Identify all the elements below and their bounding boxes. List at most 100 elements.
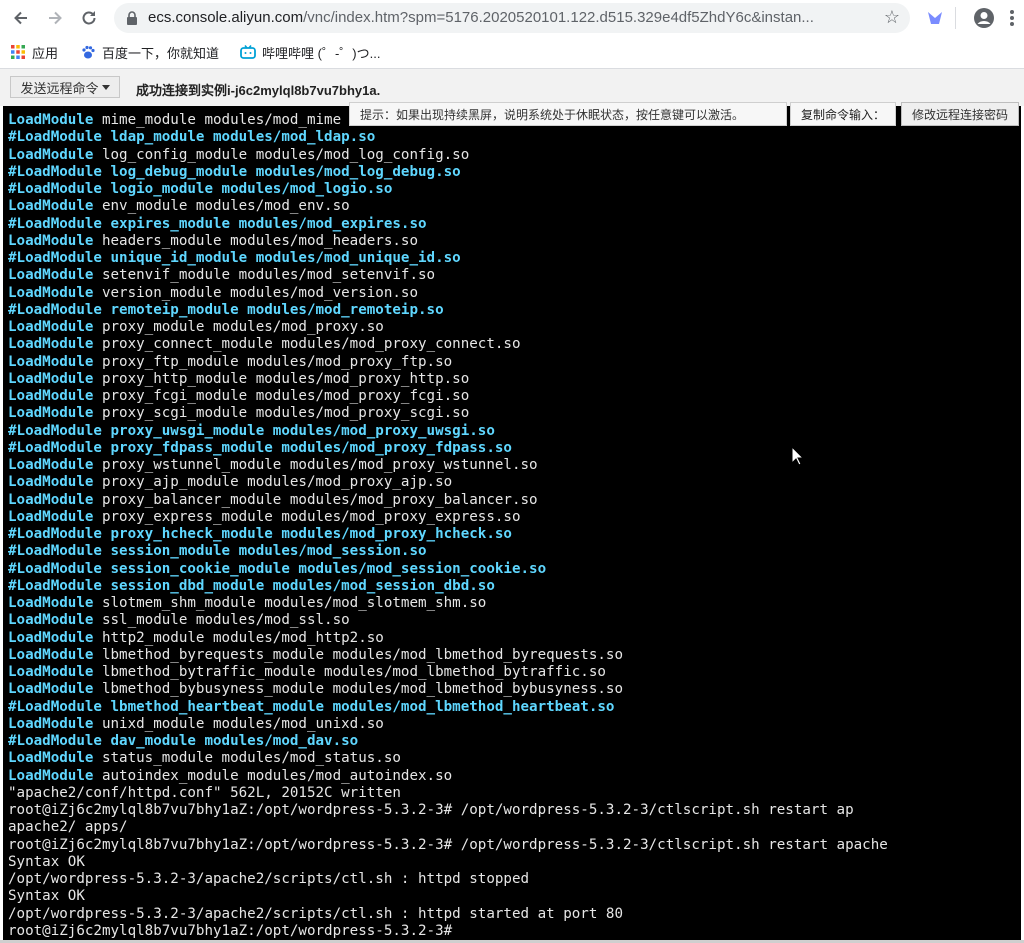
terminal-line: LoadModule version_module modules/mod_ve… (8, 285, 888, 302)
module-path: mime_module modules/mod_mime (93, 112, 342, 128)
module-path: lbmethod_byrequests_module modules/mod_l… (93, 646, 624, 663)
terminal-line: LoadModule slotmem_shm_module modules/mo… (8, 595, 888, 612)
terminal-line: #LoadModule session_cookie_module module… (8, 560, 547, 577)
terminal-line: LoadModule status_module modules/mod_sta… (8, 750, 888, 767)
loadmodule-keyword: LoadModule (8, 767, 94, 784)
modify-remote-password-button[interactable]: 修改远程连接密码 (901, 102, 1019, 126)
terminal-output: LoadModule mime_module modules/mod_mime #… (8, 112, 888, 940)
arrow-right-icon (49, 11, 62, 25)
connection-status: 成功连接到实例i-j6c2mylql8b7vu7bhy1a. (136, 83, 381, 98)
terminal-line: root@iZj6c2mylql8b7vu7bhy1aZ:/opt/wordpr… (8, 802, 854, 818)
terminal-line: "apache2/conf/httpd.conf" 562L, 20152C w… (8, 784, 401, 801)
bookmark-apps[interactable]: 应用 (10, 42, 58, 62)
toolbar-divider (955, 7, 956, 29)
terminal-line: #LoadModule proxy_fdpass_module modules/… (8, 439, 512, 456)
terminal-line: LoadModule proxy_module modules/mod_prox… (8, 319, 888, 336)
terminal-line: LoadModule proxy_connect_module modules/… (8, 336, 888, 353)
terminal-line: #LoadModule session_module modules/mod_s… (8, 543, 427, 560)
bilibili-tv-icon (240, 45, 256, 59)
terminal-line: #LoadModule session_dbd_module modules/m… (8, 577, 495, 594)
loadmodule-keyword: LoadModule (8, 457, 94, 473)
module-path: lbmethod_bytraffic_module modules/mod_lb… (93, 664, 606, 680)
module-path: slotmem_shm_module modules/mod_slotmem_s… (93, 595, 487, 611)
copy-command-input-button[interactable]: 复制命令输入： (790, 102, 896, 126)
loadmodule-keyword: LoadModule (8, 319, 94, 335)
terminal-line: /opt/wordpress-5.3.2-3/apache2/scripts/c… (8, 871, 530, 887)
terminal-line: LoadModule proxy_wstunnel_module modules… (8, 457, 888, 474)
terminal-line: LoadModule log_config_module modules/mod… (8, 147, 888, 164)
vnc-toolbar: 发送远程命令 成功连接到实例i-j6c2mylql8b7vu7bhy1a. (0, 69, 1024, 106)
terminal-line: #LoadModule expires_module modules/mod_e… (8, 215, 427, 232)
terminal-line: LoadModule setenvif_module modules/mod_s… (8, 267, 888, 284)
bookmark-baidu[interactable]: 百度一下，你就知道 (80, 42, 219, 62)
caret-down-icon (101, 84, 110, 90)
module-path: proxy_scgi_module modules/mod_proxy_scgi… (93, 405, 470, 422)
terminal-line: LoadModule headers_module modules/mod_he… (8, 233, 888, 250)
lock-icon[interactable] (124, 10, 140, 26)
forward-button[interactable] (43, 6, 67, 30)
terminal-line: LoadModule proxy_balancer_module modules… (8, 492, 888, 509)
bookmark-label: 百度一下，你就知道 (102, 45, 220, 61)
module-path: proxy_balancer_module modules/mod_proxy_… (93, 491, 538, 508)
module-path: unixd_module modules/mod_unixd.so (93, 715, 384, 732)
terminal-line: Syntax OK (8, 888, 85, 905)
terminal-line: LoadModule proxy_fcgi_module modules/mod… (8, 388, 888, 405)
terminal-line: LoadModule lbmethod_bytraffic_module mod… (8, 664, 888, 681)
black-screen-tip: 提示：如果出现持续黑屏，说明系统处于休眠状态，按任意键可以激活。 (349, 102, 787, 126)
loadmodule-keyword: LoadModule (8, 681, 94, 698)
menu-kebab-icon[interactable] (1000, 6, 1024, 30)
loadmodule-keyword: LoadModule (8, 370, 94, 387)
url-text[interactable]: ecs.console.aliyun.com/vnc/index.htm?spm… (148, 9, 868, 26)
module-path: proxy_ajp_module modules/mod_proxy_ajp.s… (93, 474, 453, 491)
module-path: proxy_connect_module modules/mod_proxy_c… (93, 336, 521, 353)
terminal-line: LoadModule ssl_module modules/mod_ssl.so (8, 612, 888, 629)
loadmodule-keyword: LoadModule (8, 405, 94, 422)
profile-avatar-icon[interactable] (973, 7, 995, 29)
reload-icon (82, 11, 96, 25)
terminal-line: LoadModule proxy_express_module modules/… (8, 509, 888, 526)
loadmodule-keyword: LoadModule (8, 146, 94, 163)
mouse-pointer-icon (791, 446, 805, 466)
module-path: proxy_http_module modules/mod_proxy_http… (93, 370, 470, 387)
send-remote-command-button[interactable]: 发送远程命令 (10, 76, 120, 98)
address-bar[interactable]: ecs.console.aliyun.com/vnc/index.htm?spm… (114, 3, 910, 33)
reload-button[interactable] (77, 6, 101, 30)
back-button[interactable] (9, 6, 33, 30)
apps-grid-icon (11, 45, 25, 59)
arrow-left-icon (14, 11, 27, 25)
module-path: autoindex_module modules/mod_autoindex.s… (93, 767, 453, 784)
terminal-line: LoadModule http2_module modules/mod_http… (8, 630, 888, 647)
loadmodule-keyword: LoadModule (8, 474, 94, 491)
terminal-line: apache2/ apps/ (8, 819, 128, 836)
loadmodule-keyword: LoadModule (8, 612, 94, 629)
loadmodule-keyword: LoadModule (8, 336, 94, 353)
extension-icon[interactable] (924, 7, 946, 29)
bookmark-star-icon[interactable]: ☆ (884, 7, 900, 28)
loadmodule-keyword: LoadModule (8, 715, 94, 732)
loadmodule-keyword: LoadModule (8, 646, 94, 663)
baidu-paw-icon (82, 45, 95, 59)
loadmodule-keyword: LoadModule (8, 198, 94, 215)
url-path: /vnc/index.htm?spm=5176.2020520101.122.d… (303, 9, 814, 26)
module-path: proxy_module modules/mod_proxy.so (93, 319, 384, 335)
bookmark-label: 哔哩哔哩 (゜-゜)つ... (262, 45, 381, 61)
terminal-line: LoadModule lbmethod_bybusyness_module mo… (8, 681, 888, 698)
module-path: proxy_wstunnel_module modules/mod_proxy_… (93, 457, 538, 473)
terminal-line: LoadModule proxy_http_module modules/mod… (8, 371, 888, 388)
url-host: ecs.console.aliyun.com (148, 9, 304, 26)
module-path: http2_module modules/mod_http2.so (93, 629, 384, 646)
terminal-line: LoadModule proxy_scgi_module modules/mod… (8, 405, 888, 422)
bookmark-bilibili[interactable]: 哔哩哔哩 (゜-゜)つ... (240, 42, 380, 62)
loadmodule-keyword: LoadModule (8, 508, 94, 525)
loadmodule-keyword: LoadModule (8, 750, 94, 767)
terminal-line: LoadModule autoindex_module modules/mod_… (8, 768, 888, 785)
terminal-line: #LoadModule remoteip_module modules/mod_… (8, 301, 444, 318)
terminal-line: LoadModule unixd_module modules/mod_unix… (8, 716, 888, 733)
terminal-line: #LoadModule proxy_uwsgi_module modules/m… (8, 422, 495, 439)
vnc-terminal-screen[interactable]: LoadModule mime_module modules/mod_mime #… (3, 106, 1021, 940)
terminal-line: #LoadModule log_debug_module modules/mod… (8, 163, 461, 180)
module-path: ssl_module modules/mod_ssl.so (93, 612, 350, 629)
terminal-line: LoadModule env_module modules/mod_env.so (8, 198, 888, 215)
terminal-line: #LoadModule ldap_module modules/mod_ldap… (8, 129, 376, 146)
terminal-line: #LoadModule proxy_hcheck_module modules/… (8, 526, 512, 542)
